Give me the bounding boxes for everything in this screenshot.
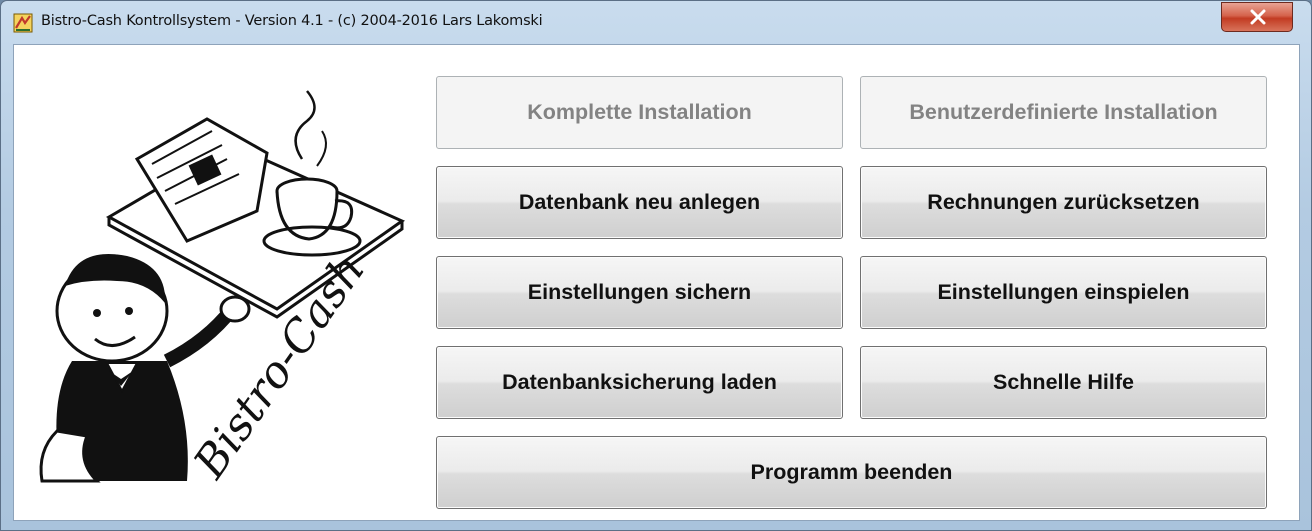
title-bar[interactable]: Bistro-Cash Kontrollsystem - Version 4.1… [1, 1, 1311, 45]
app-icon [13, 13, 33, 33]
new-database-button[interactable]: Datenbank neu anlegen [436, 166, 843, 239]
load-backup-button[interactable]: Datenbanksicherung laden [436, 346, 843, 419]
close-icon [1250, 9, 1266, 25]
save-settings-button[interactable]: Einstellungen sichern [436, 256, 843, 329]
reset-invoices-button[interactable]: Rechnungen zurücksetzen [860, 166, 1267, 239]
custom-install-button[interactable]: Benutzerdefinierte Installation [860, 76, 1267, 149]
window-title: Bistro-Cash Kontrollsystem - Version 4.1… [41, 13, 543, 29]
complete-install-button[interactable]: Komplette Installation [436, 76, 843, 149]
exit-program-button[interactable]: Programm beenden [436, 436, 1267, 509]
quick-help-button[interactable]: Schnelle Hilfe [860, 346, 1267, 419]
load-settings-button[interactable]: Einstellungen einspielen [860, 256, 1267, 329]
close-button[interactable] [1221, 2, 1293, 32]
bistro-cash-logo: Bistro-Cash [39, 90, 406, 488]
main-window: Bistro-Cash Kontrollsystem - Version 4.1… [0, 0, 1312, 531]
